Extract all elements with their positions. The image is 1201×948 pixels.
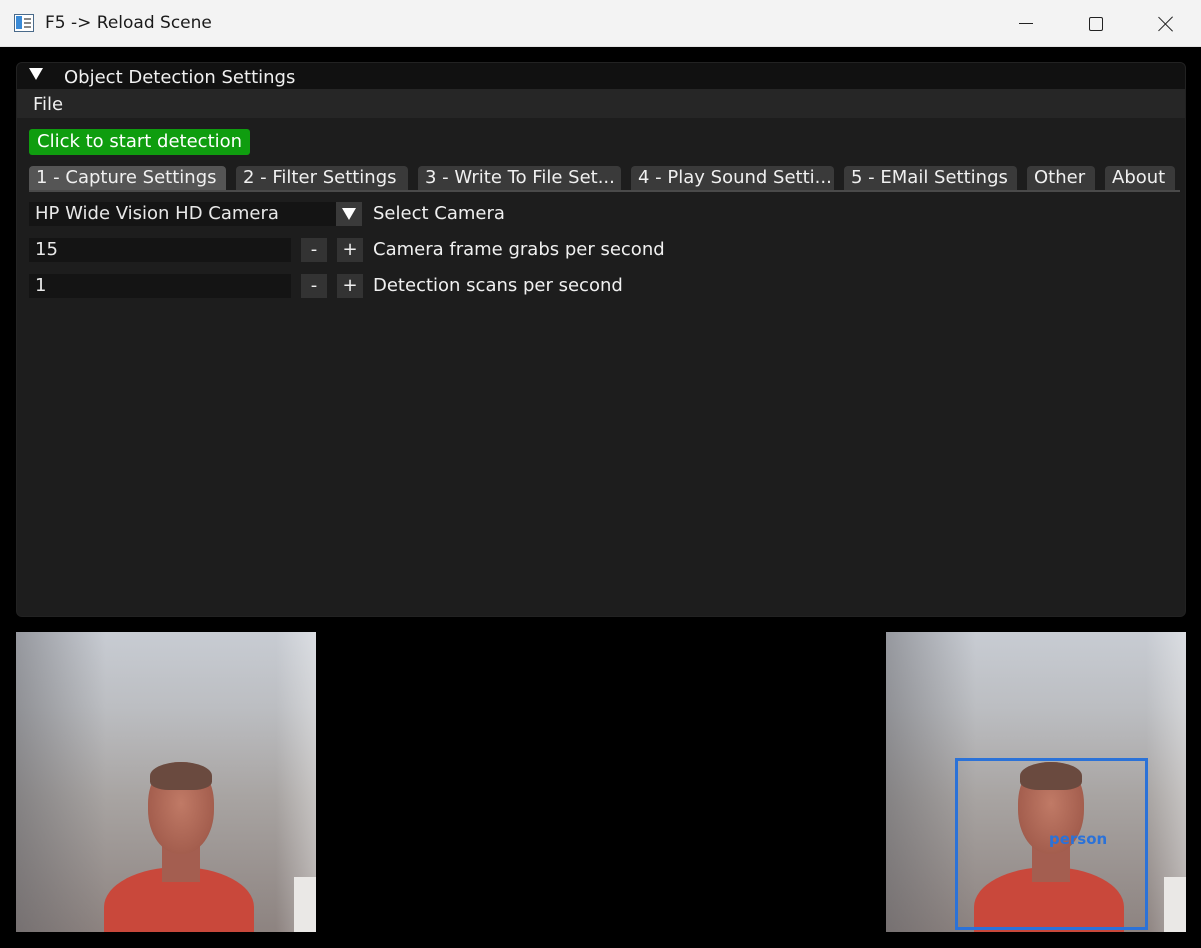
camera-feed-view <box>16 632 316 932</box>
detection-scans-row: 1 - + Detection scans per second <box>29 274 729 298</box>
panel-title: Object Detection Settings <box>64 67 296 88</box>
collapse-arrow-icon[interactable] <box>29 68 43 80</box>
tab-underline <box>29 190 1180 192</box>
title-bar: F5 -> Reload Scene <box>0 0 1201 47</box>
door-frame <box>294 877 316 932</box>
close-icon <box>1158 16 1174 32</box>
tab-play-sound-settings[interactable]: 4 - Play Sound Setti... <box>631 166 834 190</box>
settings-tabs: 1 - Capture Settings 2 - Filter Settings… <box>29 166 1175 190</box>
detection-label: person <box>1049 830 1108 848</box>
person-hair <box>150 762 212 790</box>
door-frame <box>1164 877 1186 932</box>
window-title: F5 -> Reload Scene <box>45 13 212 33</box>
tab-capture-settings[interactable]: 1 - Capture Settings <box>29 166 226 190</box>
detection-result-view: person <box>886 632 1186 932</box>
frame-grabs-increment-button[interactable]: + <box>337 238 363 262</box>
frame-grabs-input[interactable]: 15 <box>29 238 291 262</box>
detection-scans-label: Detection scans per second <box>373 275 623 296</box>
minimize-button[interactable] <box>991 0 1061 47</box>
panel-header[interactable]: Object Detection Settings <box>17 63 1185 89</box>
detection-scans-input[interactable]: 1 <box>29 274 291 298</box>
detection-scans-increment-button[interactable]: + <box>337 274 363 298</box>
camera-select-row: HP Wide Vision HD Camera Select Camera <box>29 202 529 226</box>
frame-grabs-row: 15 - + Camera frame grabs per second <box>29 238 729 262</box>
tab-filter-settings[interactable]: 2 - Filter Settings <box>236 166 408 190</box>
camera-scene <box>16 632 316 932</box>
frame-grabs-decrement-button[interactable]: - <box>301 238 327 262</box>
maximize-button[interactable] <box>1061 0 1131 47</box>
tab-email-settings[interactable]: 5 - EMail Settings <box>844 166 1017 190</box>
frame-grabs-label: Camera frame grabs per second <box>373 239 665 260</box>
tab-about[interactable]: About <box>1105 166 1175 190</box>
detection-scans-decrement-button[interactable]: - <box>301 274 327 298</box>
wall-shadow <box>16 632 106 932</box>
menu-bar: File <box>17 89 1185 118</box>
settings-panel: Object Detection Settings File Click to … <box>16 62 1186 617</box>
chevron-down-icon <box>342 208 356 220</box>
camera-select-label: Select Camera <box>373 203 505 224</box>
menu-file[interactable]: File <box>33 94 63 115</box>
close-button[interactable] <box>1131 0 1201 47</box>
maximize-icon <box>1089 16 1103 31</box>
camera-select-dropdown[interactable] <box>336 202 362 226</box>
app-window-icon <box>14 14 34 32</box>
minimize-icon <box>1019 23 1033 24</box>
tab-write-to-file-settings[interactable]: 3 - Write To File Set... <box>418 166 621 190</box>
start-detection-button[interactable]: Click to start detection <box>29 129 251 155</box>
camera-select-combo[interactable]: HP Wide Vision HD Camera <box>29 202 336 226</box>
tab-other[interactable]: Other <box>1027 166 1095 190</box>
